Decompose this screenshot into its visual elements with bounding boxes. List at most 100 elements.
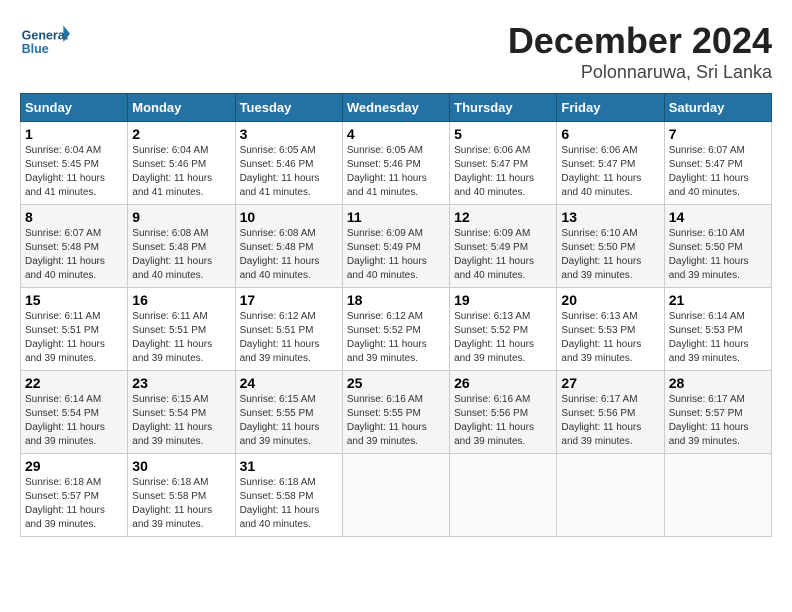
calendar-cell: 3 Sunrise: 6:05 AMSunset: 5:46 PMDaylight… bbox=[235, 122, 342, 205]
day-number: 14 bbox=[669, 209, 767, 225]
calendar-cell: 18Sunrise: 6:12 AMSunset: 5:52 PMDayligh… bbox=[342, 288, 449, 371]
calendar-cell: 20 Sunrise: 6:13 AMSunset: 5:53 PMDayligh… bbox=[557, 288, 664, 371]
calendar-week-4: 22 Sunrise: 6:14 AMSunset: 5:54 PMDayligh… bbox=[21, 371, 772, 454]
calendar-cell: 7 Sunrise: 6:07 AMSunset: 5:47 PMDaylight… bbox=[664, 122, 771, 205]
day-info: Sunrise: 6:12 AMSunset: 5:51 PMDaylight:… bbox=[240, 310, 338, 366]
day-info: Sunrise: 6:18 AMSunset: 5:58 PMDaylight:… bbox=[132, 476, 230, 532]
day-number: 11 bbox=[347, 209, 445, 225]
calendar-cell: 12 Sunrise: 6:09 AMSunset: 5:49 PMDayligh… bbox=[450, 205, 557, 288]
calendar-cell bbox=[342, 454, 449, 537]
day-info: Sunrise: 6:08 AMSunset: 5:48 PMDaylight:… bbox=[132, 227, 230, 283]
logo-icon: General Blue bbox=[20, 20, 70, 60]
page-header: General Blue December 2024 Polonnaruwa, … bbox=[20, 20, 772, 83]
day-info: Sunrise: 6:12 AMSunset: 5:52 PMDaylight:… bbox=[347, 310, 445, 366]
day-number: 24 bbox=[240, 375, 338, 391]
calendar-header-friday: Friday bbox=[557, 94, 664, 122]
calendar-cell: 25 Sunrise: 6:16 AMSunset: 5:55 PMDayligh… bbox=[342, 371, 449, 454]
calendar-cell: 11 Sunrise: 6:09 AMSunset: 5:49 PMDayligh… bbox=[342, 205, 449, 288]
day-number: 22 bbox=[25, 375, 123, 391]
calendar-cell: 15Sunrise: 6:11 AMSunset: 5:51 PMDayligh… bbox=[21, 288, 128, 371]
day-number: 5 bbox=[454, 126, 552, 142]
calendar-header-wednesday: Wednesday bbox=[342, 94, 449, 122]
day-info: Sunrise: 6:18 AMSunset: 5:58 PMDaylight:… bbox=[240, 476, 338, 532]
svg-text:General: General bbox=[22, 29, 69, 43]
calendar-cell: 27 Sunrise: 6:17 AMSunset: 5:56 PMDayligh… bbox=[557, 371, 664, 454]
title-section: December 2024 Polonnaruwa, Sri Lanka bbox=[508, 20, 772, 83]
day-info: Sunrise: 6:15 AMSunset: 5:54 PMDaylight:… bbox=[132, 393, 230, 449]
calendar-cell: 17 Sunrise: 6:12 AMSunset: 5:51 PMDayligh… bbox=[235, 288, 342, 371]
calendar-cell: 22 Sunrise: 6:14 AMSunset: 5:54 PMDayligh… bbox=[21, 371, 128, 454]
day-info: Sunrise: 6:07 AMSunset: 5:48 PMDaylight:… bbox=[25, 227, 123, 283]
calendar-cell: 8 Sunrise: 6:07 AMSunset: 5:48 PMDaylight… bbox=[21, 205, 128, 288]
calendar-week-2: 8 Sunrise: 6:07 AMSunset: 5:48 PMDaylight… bbox=[21, 205, 772, 288]
day-number: 7 bbox=[669, 126, 767, 142]
day-info: Sunrise: 6:18 AMSunset: 5:57 PMDaylight:… bbox=[25, 476, 123, 532]
calendar-cell: 30 Sunrise: 6:18 AMSunset: 5:58 PMDayligh… bbox=[128, 454, 235, 537]
day-number: 13 bbox=[561, 209, 659, 225]
day-number: 17 bbox=[240, 292, 338, 308]
day-info: Sunrise: 6:14 AMSunset: 5:53 PMDaylight:… bbox=[669, 310, 767, 366]
calendar-cell: 4Sunrise: 6:05 AMSunset: 5:46 PMDaylight… bbox=[342, 122, 449, 205]
calendar-table: SundayMondayTuesdayWednesdayThursdayFrid… bbox=[20, 93, 772, 537]
calendar-cell: 5 Sunrise: 6:06 AMSunset: 5:47 PMDaylight… bbox=[450, 122, 557, 205]
day-info: Sunrise: 6:16 AMSunset: 5:55 PMDaylight:… bbox=[347, 393, 445, 449]
calendar-week-1: 1 Sunrise: 6:04 AMSunset: 5:45 PMDaylight… bbox=[21, 122, 772, 205]
day-number: 23 bbox=[132, 375, 230, 391]
day-number: 28 bbox=[669, 375, 767, 391]
calendar-cell: 14 Sunrise: 6:10 AMSunset: 5:50 PMDayligh… bbox=[664, 205, 771, 288]
calendar-header-saturday: Saturday bbox=[664, 94, 771, 122]
location-title: Polonnaruwa, Sri Lanka bbox=[508, 62, 772, 83]
calendar-cell: 2Sunrise: 6:04 AMSunset: 5:46 PMDaylight… bbox=[128, 122, 235, 205]
calendar-cell bbox=[664, 454, 771, 537]
day-info: Sunrise: 6:10 AMSunset: 5:50 PMDaylight:… bbox=[669, 227, 767, 283]
calendar-cell: 6 Sunrise: 6:06 AMSunset: 5:47 PMDaylight… bbox=[557, 122, 664, 205]
day-info: Sunrise: 6:06 AMSunset: 5:47 PMDaylight:… bbox=[454, 144, 552, 200]
day-number: 30 bbox=[132, 458, 230, 474]
day-info: Sunrise: 6:11 AMSunset: 5:51 PMDaylight:… bbox=[25, 310, 123, 366]
month-title: December 2024 bbox=[508, 20, 772, 62]
day-number: 6 bbox=[561, 126, 659, 142]
day-number: 9 bbox=[132, 209, 230, 225]
calendar-cell: 10Sunrise: 6:08 AMSunset: 5:48 PMDayligh… bbox=[235, 205, 342, 288]
svg-text:Blue: Blue bbox=[22, 42, 49, 56]
logo: General Blue bbox=[20, 20, 75, 60]
calendar-cell: 28Sunrise: 6:17 AMSunset: 5:57 PMDayligh… bbox=[664, 371, 771, 454]
day-info: Sunrise: 6:11 AMSunset: 5:51 PMDaylight:… bbox=[132, 310, 230, 366]
day-number: 19 bbox=[454, 292, 552, 308]
calendar-cell: 24 Sunrise: 6:15 AMSunset: 5:55 PMDayligh… bbox=[235, 371, 342, 454]
calendar-cell: 31Sunrise: 6:18 AMSunset: 5:58 PMDayligh… bbox=[235, 454, 342, 537]
day-number: 3 bbox=[240, 126, 338, 142]
day-number: 21 bbox=[669, 292, 767, 308]
day-number: 12 bbox=[454, 209, 552, 225]
calendar-cell: 21 Sunrise: 6:14 AMSunset: 5:53 PMDayligh… bbox=[664, 288, 771, 371]
day-info: Sunrise: 6:17 AMSunset: 5:56 PMDaylight:… bbox=[561, 393, 659, 449]
day-number: 29 bbox=[25, 458, 123, 474]
day-info: Sunrise: 6:14 AMSunset: 5:54 PMDaylight:… bbox=[25, 393, 123, 449]
calendar-cell: 1 Sunrise: 6:04 AMSunset: 5:45 PMDaylight… bbox=[21, 122, 128, 205]
calendar-cell: 13 Sunrise: 6:10 AMSunset: 5:50 PMDayligh… bbox=[557, 205, 664, 288]
day-info: Sunrise: 6:06 AMSunset: 5:47 PMDaylight:… bbox=[561, 144, 659, 200]
day-number: 25 bbox=[347, 375, 445, 391]
day-info: Sunrise: 6:16 AMSunset: 5:56 PMDaylight:… bbox=[454, 393, 552, 449]
day-number: 2 bbox=[132, 126, 230, 142]
day-info: Sunrise: 6:10 AMSunset: 5:50 PMDaylight:… bbox=[561, 227, 659, 283]
day-info: Sunrise: 6:13 AMSunset: 5:52 PMDaylight:… bbox=[454, 310, 552, 366]
day-number: 27 bbox=[561, 375, 659, 391]
day-number: 8 bbox=[25, 209, 123, 225]
day-info: Sunrise: 6:15 AMSunset: 5:55 PMDaylight:… bbox=[240, 393, 338, 449]
calendar-week-3: 15Sunrise: 6:11 AMSunset: 5:51 PMDayligh… bbox=[21, 288, 772, 371]
day-number: 26 bbox=[454, 375, 552, 391]
day-number: 1 bbox=[25, 126, 123, 142]
day-info: Sunrise: 6:07 AMSunset: 5:47 PMDaylight:… bbox=[669, 144, 767, 200]
day-info: Sunrise: 6:05 AMSunset: 5:46 PMDaylight:… bbox=[240, 144, 338, 200]
day-info: Sunrise: 6:09 AMSunset: 5:49 PMDaylight:… bbox=[347, 227, 445, 283]
day-number: 20 bbox=[561, 292, 659, 308]
day-info: Sunrise: 6:04 AMSunset: 5:45 PMDaylight:… bbox=[25, 144, 123, 200]
calendar-cell bbox=[450, 454, 557, 537]
calendar-cell: 29 Sunrise: 6:18 AMSunset: 5:57 PMDayligh… bbox=[21, 454, 128, 537]
day-info: Sunrise: 6:13 AMSunset: 5:53 PMDaylight:… bbox=[561, 310, 659, 366]
calendar-cell bbox=[557, 454, 664, 537]
day-info: Sunrise: 6:09 AMSunset: 5:49 PMDaylight:… bbox=[454, 227, 552, 283]
calendar-cell: 16Sunrise: 6:11 AMSunset: 5:51 PMDayligh… bbox=[128, 288, 235, 371]
day-number: 10 bbox=[240, 209, 338, 225]
